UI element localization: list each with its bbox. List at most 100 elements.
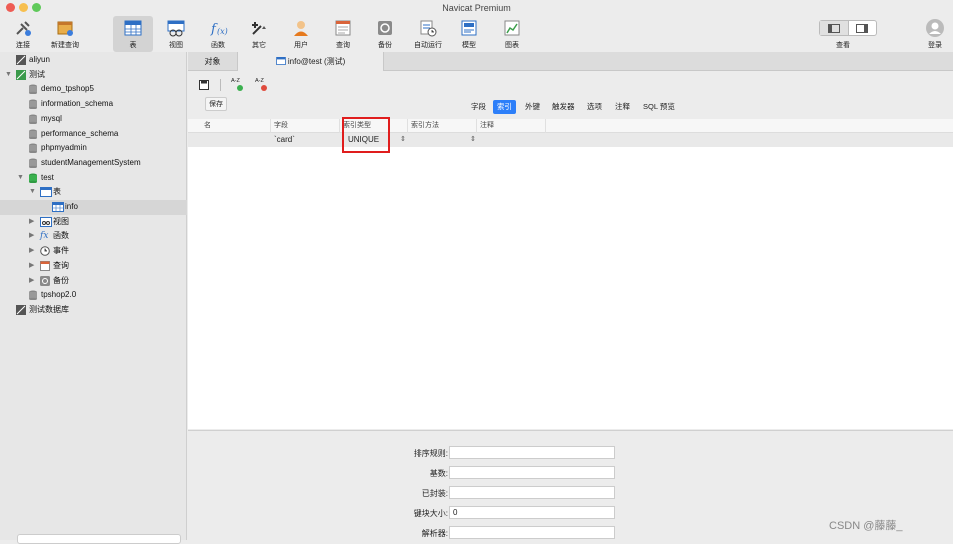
collation-field[interactable]	[449, 446, 615, 459]
expand-arrow-icon[interactable]: ▼	[29, 185, 36, 200]
key-block-size-field[interactable]: 0	[449, 506, 615, 519]
collapse-arrow-icon[interactable]: ▶	[29, 274, 34, 289]
design-subtabs: 字段 索引 外键 触发器 选项 注释 SQL 预览	[188, 100, 953, 116]
sidebar-search-input[interactable]	[17, 534, 181, 544]
collation-label: 排序规则:	[413, 449, 448, 458]
column-header-name[interactable]: 名	[201, 119, 271, 133]
toolbar-automation-button[interactable]: 自动运行	[409, 16, 447, 52]
mysql-connection-icon	[16, 55, 26, 65]
tree-item-database[interactable]: demo_tpshop5	[0, 82, 187, 97]
subtab-options[interactable]: 选项	[583, 100, 606, 114]
cardinality-field[interactable]	[449, 466, 615, 479]
subtab-sql-preview[interactable]: SQL 预览	[639, 100, 679, 114]
subtab-fields[interactable]: 字段	[467, 100, 490, 114]
tree-item-database[interactable]: tpshop2.0	[0, 288, 187, 303]
delete-index-button[interactable]: A-Z	[255, 78, 269, 94]
tab-bar: 对象 info@test (测试)	[188, 52, 953, 71]
subtab-triggers[interactable]: 触发器	[548, 100, 579, 114]
function-icon: fx	[40, 231, 49, 242]
sort-az-label: A-Z	[231, 78, 240, 84]
tree-item-views[interactable]: ▶ 视图	[0, 215, 187, 230]
view-mode-toggle[interactable]	[819, 20, 877, 36]
table-icon	[52, 202, 64, 212]
toolbar-view-button[interactable]: 视图	[161, 16, 191, 52]
connection-icon	[16, 21, 31, 36]
view-label: 查看	[836, 42, 850, 49]
collapse-arrow-icon[interactable]: ▶	[29, 244, 34, 259]
toolbar-new-query-label: 新建查询	[51, 42, 79, 49]
toolbar-chart-button[interactable]: 图表	[497, 16, 527, 52]
list-view-icon[interactable]	[820, 21, 849, 35]
chart-icon	[504, 20, 520, 36]
tree-item-database[interactable]: phpmyadmin	[0, 141, 187, 156]
tree-item-database[interactable]: information_schema	[0, 97, 187, 112]
toolbar-other-button[interactable]: 其它	[244, 16, 274, 52]
toolbar-table-button[interactable]: 表	[113, 16, 153, 52]
table-icon	[40, 187, 52, 198]
collapse-arrow-icon[interactable]: ▶	[29, 229, 34, 244]
toolbar-query-button[interactable]: 查询	[328, 16, 358, 52]
database-icon	[29, 143, 37, 154]
tree-item-table-info[interactable]: info	[0, 200, 187, 215]
other-icon	[252, 22, 266, 35]
minimize-window-button[interactable]	[19, 3, 28, 12]
packed-field[interactable]	[449, 486, 615, 499]
packed-label: 已封装:	[421, 489, 448, 498]
toolbar-backup-button[interactable]: 备份	[370, 16, 400, 52]
save-icon[interactable]	[199, 80, 209, 90]
tree-item-test-db-connection[interactable]: 测试数据库	[0, 303, 187, 318]
collapse-arrow-icon[interactable]: ▶	[29, 259, 34, 274]
toolbar-other-label: 其它	[252, 42, 266, 49]
login-button[interactable]: 登录	[920, 16, 950, 52]
collapse-arrow-icon[interactable]: ▶	[29, 215, 34, 230]
tab-info-design[interactable]: info@test (测试)	[238, 52, 384, 71]
backup-icon	[378, 21, 392, 35]
database-icon	[29, 84, 37, 95]
close-window-button[interactable]	[6, 3, 15, 12]
maximize-window-button[interactable]	[32, 3, 41, 12]
expand-arrow-icon[interactable]: ▼	[5, 68, 12, 83]
expand-arrow-icon[interactable]: ▼	[17, 171, 24, 186]
toolbar-connection-button[interactable]: 连接	[8, 16, 38, 52]
mysql-connection-icon	[16, 69, 26, 80]
subtab-comments[interactable]: 注释	[611, 100, 634, 114]
column-header-comment[interactable]: 注释	[477, 119, 546, 133]
toolbar-model-button[interactable]: 模型	[454, 16, 484, 52]
tree-item-aliyun[interactable]: aliyun	[0, 53, 187, 68]
tree-item-queries[interactable]: ▶ 查询	[0, 259, 187, 274]
toolbar-user-label: 用户	[294, 42, 308, 49]
tree-item-backups[interactable]: ▶ 备份	[0, 274, 187, 289]
subtab-indexes[interactable]: 索引	[493, 100, 516, 114]
design-action-bar: A-Z A-Z	[188, 72, 953, 98]
app-window: Navicat Premium 连接 新建查询 表 视图 f(x) 函数 其它	[0, 0, 953, 544]
toolbar-function-button[interactable]: f (x) 函数	[203, 16, 233, 52]
tree-item-test-connection[interactable]: ▼ 测试	[0, 68, 187, 83]
query-icon	[335, 20, 351, 36]
tab-objects[interactable]: 对象	[188, 52, 238, 71]
toolbar-user-button[interactable]: 用户	[286, 16, 316, 52]
tree-item-database[interactable]: mysql	[0, 112, 187, 127]
tree-item-events[interactable]: ▶ 事件	[0, 244, 187, 259]
index-row[interactable]: `card` UNIQUE ⇕ ⇕	[188, 133, 953, 147]
select-arrows-icon[interactable]: ⇕	[470, 133, 476, 147]
detail-view-icon[interactable]	[849, 21, 877, 35]
add-index-button[interactable]: A-Z	[231, 78, 245, 94]
column-header-field[interactable]: 字段	[271, 119, 340, 133]
cardinality-label: 基数:	[429, 469, 448, 478]
tree-item-functions[interactable]: ▶ fx 函数	[0, 229, 187, 244]
subtab-foreign-keys[interactable]: 外键	[521, 100, 544, 114]
tree-item-database[interactable]: studentManagementSystem	[0, 156, 187, 171]
parser-label: 解析器:	[421, 529, 448, 538]
key-block-size-label: 键块大小:	[413, 509, 448, 518]
tree-item-database-test[interactable]: ▼ test	[0, 171, 187, 186]
column-header-index-method[interactable]: 索引方法	[408, 119, 477, 133]
toolbar-new-query-button[interactable]: 新建查询	[46, 16, 84, 52]
clock-icon	[40, 246, 50, 256]
tree-item-tables[interactable]: ▼ 表	[0, 185, 187, 200]
index-field-cell[interactable]: `card`	[274, 133, 295, 147]
sort-az-label: A-Z	[255, 78, 264, 84]
parser-field[interactable]	[449, 526, 615, 539]
toolbar-table-label: 表	[129, 42, 137, 49]
tree-item-database[interactable]: performance_schema	[0, 127, 187, 142]
select-arrows-icon[interactable]: ⇕	[400, 133, 406, 147]
